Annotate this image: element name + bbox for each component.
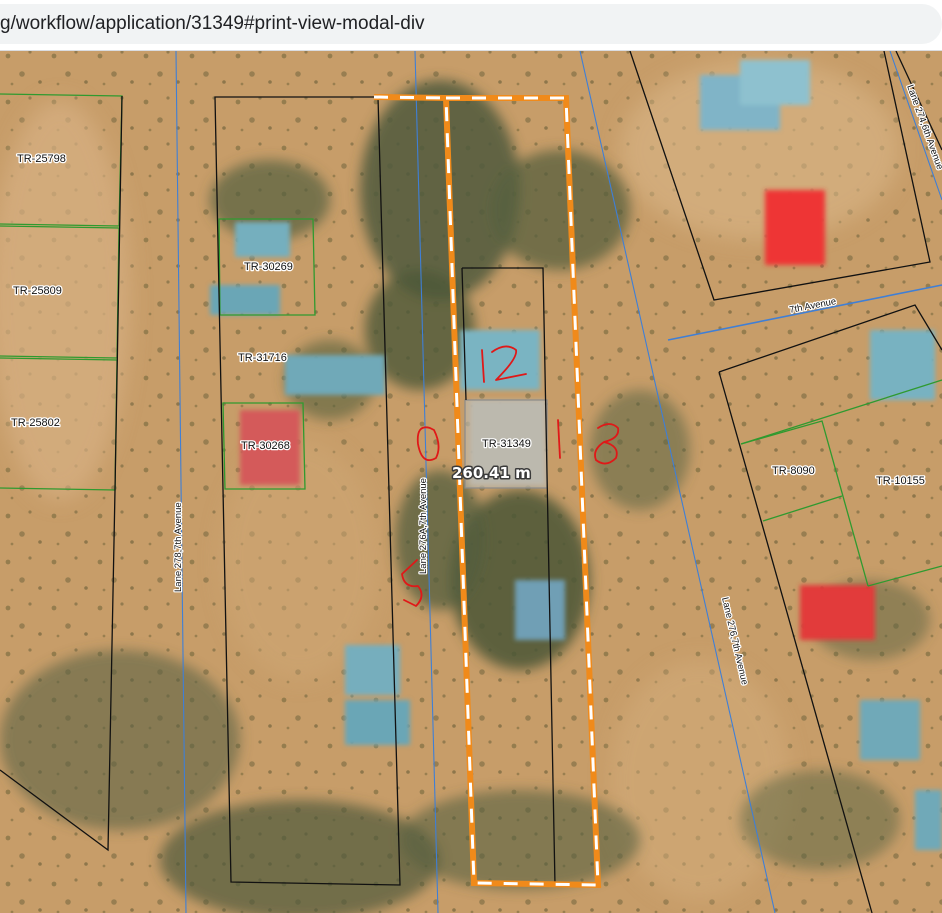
parcel-label-25809: TR-25809: [13, 285, 62, 297]
parcel-label-31716: TR-31716: [238, 352, 287, 364]
parcel-label-8090: TR-8090: [772, 465, 815, 477]
map-canvas: 260.41 m TR-25798 TR-25809 TR-25802 TR-3…: [0, 51, 942, 913]
browser-address-bar: g/workflow/application/31349#print-view-…: [0, 0, 942, 51]
selected-parcel-extension-dash: [373, 95, 447, 100]
map-view[interactable]: 260.41 m TR-25798 TR-25809 TR-25802 TR-3…: [0, 51, 942, 913]
parcel-label-30269: TR-30269: [244, 261, 293, 273]
url-text: g/workflow/application/31349#print-view-…: [0, 13, 425, 34]
parcel-label-10155: TR-10155: [876, 475, 925, 487]
parcel-label-31349: TR-31349: [482, 438, 531, 450]
parcel-label-25802: TR-25802: [11, 417, 60, 429]
measurement-label: 260.41 m: [452, 464, 531, 482]
parcel-label-30268: TR-30268: [241, 440, 290, 452]
road-label-lane278: Lane 278,7th Avenue: [173, 502, 184, 592]
road-label-lane276a: Lane 276A,7th Avenue: [418, 478, 429, 574]
parcel-label-25798: TR-25798: [17, 153, 66, 165]
url-field[interactable]: g/workflow/application/31349#print-view-…: [0, 4, 942, 44]
